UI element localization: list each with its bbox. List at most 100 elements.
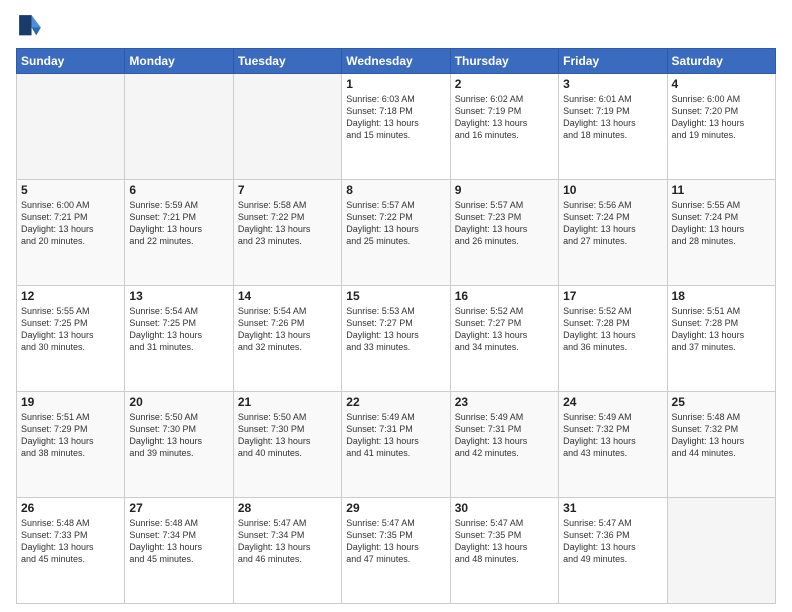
- calendar-cell: 2 Sunrise: 6:02 AM Sunset: 7:19 PM Daylig…: [450, 74, 558, 180]
- week-row-3: 12Sunrise: 5:55 AM Sunset: 7:25 PM Dayli…: [17, 286, 776, 392]
- day-info: Sunrise: 5:53 AM Sunset: 7:27 PM Dayligh…: [346, 305, 445, 354]
- day-info: Sunrise: 5:52 AM Sunset: 7:27 PM Dayligh…: [455, 305, 554, 354]
- day-number: 13: [129, 289, 228, 303]
- day-info: Sunrise: 5:49 AM Sunset: 7:31 PM Dayligh…: [455, 411, 554, 460]
- calendar-cell: 10 Sunrise: 5:56 AM Sunset: 7:24 PM Dayli…: [559, 180, 667, 286]
- day-info: Sunrise: 5:50 AM Sunset: 7:30 PM Dayligh…: [238, 411, 337, 460]
- day-number: 23: [455, 395, 554, 409]
- calendar-cell: 20Sunrise: 5:50 AM Sunset: 7:30 PM Dayli…: [125, 392, 233, 498]
- day-info: Sunrise: 6:01 AM Sunset: 7:19 PM Dayligh…: [563, 93, 662, 142]
- calendar-cell: [667, 498, 775, 604]
- day-number: 10: [563, 183, 662, 197]
- day-number: 31: [563, 501, 662, 515]
- day-number: 22: [346, 395, 445, 409]
- calendar-cell: 14 Sunrise: 5:54 AM Sunset: 7:26 PM Dayli…: [233, 286, 341, 392]
- calendar-cell: 23 Sunrise: 5:49 AM Sunset: 7:31 PM Dayli…: [450, 392, 558, 498]
- day-info: Sunrise: 6:03 AM Sunset: 7:18 PM Dayligh…: [346, 93, 445, 142]
- day-info: Sunrise: 5:52 AM Sunset: 7:28 PM Dayligh…: [563, 305, 662, 354]
- day-number: 14: [238, 289, 337, 303]
- day-number: 1: [346, 77, 445, 91]
- day-info: Sunrise: 5:48 AM Sunset: 7:33 PM Dayligh…: [21, 517, 120, 566]
- day-number: 19: [21, 395, 120, 409]
- day-number: 8: [346, 183, 445, 197]
- week-row-2: 5 Sunrise: 6:00 AM Sunset: 7:21 PM Daylig…: [17, 180, 776, 286]
- day-number: 5: [21, 183, 120, 197]
- day-number: 25: [672, 395, 771, 409]
- day-info: Sunrise: 5:58 AM Sunset: 7:22 PM Dayligh…: [238, 199, 337, 248]
- day-number: 7: [238, 183, 337, 197]
- calendar-cell: 4Sunrise: 6:00 AM Sunset: 7:20 PM Daylig…: [667, 74, 775, 180]
- logo-icon: [16, 12, 44, 40]
- day-info: Sunrise: 5:47 AM Sunset: 7:36 PM Dayligh…: [563, 517, 662, 566]
- day-number: 29: [346, 501, 445, 515]
- calendar-table: SundayMondayTuesdayWednesdayThursdayFrid…: [16, 48, 776, 604]
- day-info: Sunrise: 5:59 AM Sunset: 7:21 PM Dayligh…: [129, 199, 228, 248]
- calendar-cell: 16Sunrise: 5:52 AM Sunset: 7:27 PM Dayli…: [450, 286, 558, 392]
- calendar-cell: 5 Sunrise: 6:00 AM Sunset: 7:21 PM Daylig…: [17, 180, 125, 286]
- calendar-cell: 7 Sunrise: 5:58 AM Sunset: 7:22 PM Daylig…: [233, 180, 341, 286]
- week-row-5: 26Sunrise: 5:48 AM Sunset: 7:33 PM Dayli…: [17, 498, 776, 604]
- calendar-cell: 25 Sunrise: 5:48 AM Sunset: 7:32 PM Dayli…: [667, 392, 775, 498]
- calendar-cell: 19 Sunrise: 5:51 AM Sunset: 7:29 PM Dayli…: [17, 392, 125, 498]
- day-info: Sunrise: 6:00 AM Sunset: 7:20 PM Dayligh…: [672, 93, 771, 142]
- weekday-header-friday: Friday: [559, 49, 667, 74]
- calendar-cell: 22 Sunrise: 5:49 AM Sunset: 7:31 PM Dayli…: [342, 392, 450, 498]
- weekday-header-monday: Monday: [125, 49, 233, 74]
- day-info: Sunrise: 5:48 AM Sunset: 7:32 PM Dayligh…: [672, 411, 771, 460]
- day-number: 18: [672, 289, 771, 303]
- weekday-header-tuesday: Tuesday: [233, 49, 341, 74]
- day-info: Sunrise: 5:48 AM Sunset: 7:34 PM Dayligh…: [129, 517, 228, 566]
- day-number: 11: [672, 183, 771, 197]
- calendar-cell: 12Sunrise: 5:55 AM Sunset: 7:25 PM Dayli…: [17, 286, 125, 392]
- header: [16, 12, 776, 40]
- calendar-cell: 27 Sunrise: 5:48 AM Sunset: 7:34 PM Dayli…: [125, 498, 233, 604]
- day-info: Sunrise: 5:51 AM Sunset: 7:29 PM Dayligh…: [21, 411, 120, 460]
- day-info: Sunrise: 5:49 AM Sunset: 7:31 PM Dayligh…: [346, 411, 445, 460]
- day-info: Sunrise: 5:54 AM Sunset: 7:26 PM Dayligh…: [238, 305, 337, 354]
- calendar-cell: 6Sunrise: 5:59 AM Sunset: 7:21 PM Daylig…: [125, 180, 233, 286]
- day-info: Sunrise: 5:57 AM Sunset: 7:23 PM Dayligh…: [455, 199, 554, 248]
- day-info: Sunrise: 5:47 AM Sunset: 7:35 PM Dayligh…: [455, 517, 554, 566]
- day-info: Sunrise: 5:49 AM Sunset: 7:32 PM Dayligh…: [563, 411, 662, 460]
- calendar-cell: 3 Sunrise: 6:01 AM Sunset: 7:19 PM Daylig…: [559, 74, 667, 180]
- week-row-4: 19 Sunrise: 5:51 AM Sunset: 7:29 PM Dayli…: [17, 392, 776, 498]
- day-number: 2: [455, 77, 554, 91]
- day-number: 30: [455, 501, 554, 515]
- day-number: 20: [129, 395, 228, 409]
- calendar-cell: 24 Sunrise: 5:49 AM Sunset: 7:32 PM Dayli…: [559, 392, 667, 498]
- day-info: Sunrise: 5:56 AM Sunset: 7:24 PM Dayligh…: [563, 199, 662, 248]
- weekday-header-saturday: Saturday: [667, 49, 775, 74]
- day-number: 12: [21, 289, 120, 303]
- day-info: Sunrise: 6:02 AM Sunset: 7:19 PM Dayligh…: [455, 93, 554, 142]
- day-number: 17: [563, 289, 662, 303]
- day-number: 3: [563, 77, 662, 91]
- day-info: Sunrise: 6:00 AM Sunset: 7:21 PM Dayligh…: [21, 199, 120, 248]
- weekday-header-wednesday: Wednesday: [342, 49, 450, 74]
- calendar-cell: 13Sunrise: 5:54 AM Sunset: 7:25 PM Dayli…: [125, 286, 233, 392]
- calendar-cell: 9 Sunrise: 5:57 AM Sunset: 7:23 PM Daylig…: [450, 180, 558, 286]
- calendar-cell: [17, 74, 125, 180]
- calendar-cell: 8 Sunrise: 5:57 AM Sunset: 7:22 PM Daylig…: [342, 180, 450, 286]
- day-number: 9: [455, 183, 554, 197]
- day-info: Sunrise: 5:55 AM Sunset: 7:24 PM Dayligh…: [672, 199, 771, 248]
- calendar-cell: 21 Sunrise: 5:50 AM Sunset: 7:30 PM Dayli…: [233, 392, 341, 498]
- calendar-cell: [233, 74, 341, 180]
- day-number: 24: [563, 395, 662, 409]
- calendar-cell: 11 Sunrise: 5:55 AM Sunset: 7:24 PM Dayli…: [667, 180, 775, 286]
- day-number: 15: [346, 289, 445, 303]
- calendar-cell: 28Sunrise: 5:47 AM Sunset: 7:34 PM Dayli…: [233, 498, 341, 604]
- weekday-header-thursday: Thursday: [450, 49, 558, 74]
- day-number: 27: [129, 501, 228, 515]
- calendar-cell: 17 Sunrise: 5:52 AM Sunset: 7:28 PM Dayli…: [559, 286, 667, 392]
- day-info: Sunrise: 5:47 AM Sunset: 7:35 PM Dayligh…: [346, 517, 445, 566]
- weekday-header-sunday: Sunday: [17, 49, 125, 74]
- logo: [16, 12, 48, 40]
- calendar-cell: 29 Sunrise: 5:47 AM Sunset: 7:35 PM Dayli…: [342, 498, 450, 604]
- calendar-cell: 18 Sunrise: 5:51 AM Sunset: 7:28 PM Dayli…: [667, 286, 775, 392]
- week-row-1: 1 Sunrise: 6:03 AM Sunset: 7:18 PM Daylig…: [17, 74, 776, 180]
- day-number: 21: [238, 395, 337, 409]
- day-info: Sunrise: 5:57 AM Sunset: 7:22 PM Dayligh…: [346, 199, 445, 248]
- page: SundayMondayTuesdayWednesdayThursdayFrid…: [0, 0, 792, 612]
- day-info: Sunrise: 5:51 AM Sunset: 7:28 PM Dayligh…: [672, 305, 771, 354]
- calendar-cell: 26Sunrise: 5:48 AM Sunset: 7:33 PM Dayli…: [17, 498, 125, 604]
